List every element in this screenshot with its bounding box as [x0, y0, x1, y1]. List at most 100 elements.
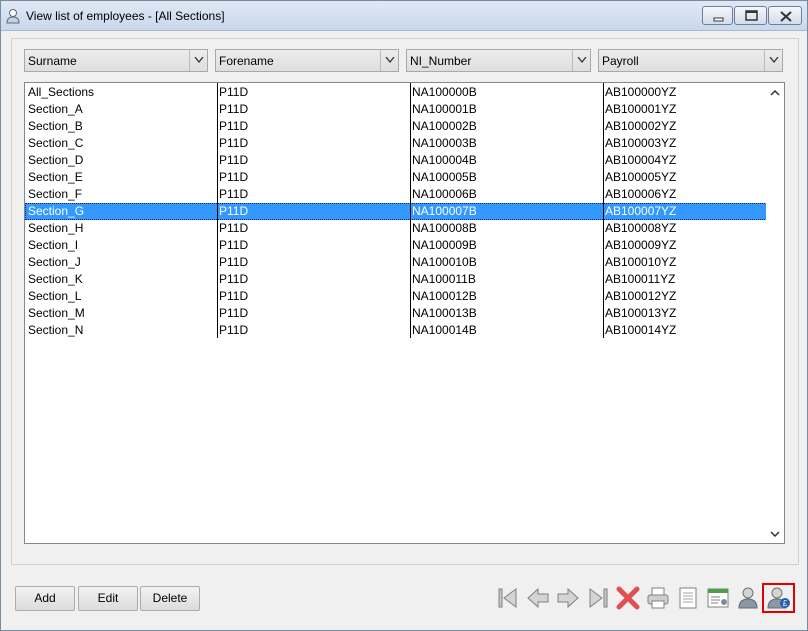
table-cell: NA100004B [412, 153, 477, 167]
chevron-down-icon [385, 57, 395, 63]
payroll-filter-dropdown[interactable] [764, 50, 782, 71]
table-cell: AB100013YZ [605, 306, 677, 320]
table-cell: AB100008YZ [605, 221, 677, 235]
close-button[interactable] [768, 6, 802, 25]
table-cell: AB100005YZ [605, 170, 677, 184]
table-cell: P11D [219, 119, 249, 133]
table-cell: P11D [219, 170, 249, 184]
scroll-up-icon[interactable] [770, 90, 780, 96]
employee-list[interactable]: All_Sections P11D NA100000B AB100000YZ Secti… [24, 82, 785, 544]
table-cell: NA100012B [412, 289, 477, 303]
payroll-filter[interactable]: Payroll [598, 49, 783, 72]
table-cell: NA100013B [412, 306, 477, 320]
forename-filter[interactable]: Forename [215, 49, 399, 72]
maximize-icon [745, 10, 758, 21]
table-cell: Section_C [28, 136, 84, 150]
table-cell: NA100011B [412, 272, 476, 286]
edit-button[interactable]: Edit [78, 586, 138, 611]
employee-pay-button[interactable]: £ [762, 583, 795, 613]
table-row[interactable]: Section_I P11D NA100009B AB100009YZ [25, 237, 767, 254]
table-cell: NA100005B [412, 170, 477, 184]
table-row[interactable]: All_Sections P11D NA100000B AB100000YZ [25, 84, 767, 101]
forename-filter-dropdown[interactable] [380, 50, 398, 71]
svg-text:£: £ [783, 599, 788, 608]
table-cell: Section_I [28, 238, 79, 252]
previous-record-button[interactable] [524, 584, 552, 612]
table-row[interactable]: Section_K P11D NA100011B AB100011YZ [25, 271, 767, 288]
table-row[interactable]: Section_E P11D NA100005B AB100005YZ [25, 169, 767, 186]
table-cell: AB100010YZ [605, 255, 677, 269]
add-button[interactable]: Add [15, 586, 75, 611]
table-row[interactable]: Section_B P11D NA100002B AB100002YZ [25, 118, 767, 135]
minimize-icon [713, 17, 724, 22]
table-cell: Section_A [28, 102, 83, 116]
table-cell: P11D [219, 238, 249, 252]
table-cell: Section_M [28, 306, 85, 320]
table-cell: Section_L [28, 289, 82, 303]
table-cell: NA100010B [412, 255, 477, 269]
table-row[interactable]: Section_L P11D NA100012B AB100012YZ [25, 288, 767, 305]
table-row[interactable]: Section_C P11D NA100003B AB100003YZ [25, 135, 767, 152]
table-row[interactable]: Section_F P11D NA100006B AB100006YZ [25, 186, 767, 203]
table-cell: AB100009YZ [605, 238, 677, 252]
table-cell: P11D [219, 306, 249, 320]
report-button[interactable] [704, 584, 732, 612]
employee-button[interactable] [734, 584, 762, 612]
print-icon [647, 587, 669, 609]
notes-button[interactable] [674, 584, 702, 612]
table-cell: P11D [219, 136, 249, 150]
table-cell: AB100006YZ [605, 187, 677, 201]
table-cell: AB100002YZ [605, 119, 677, 133]
table-cell: P11D [219, 255, 249, 269]
table-cell: NA100007B [412, 204, 477, 218]
report-icon [707, 588, 729, 608]
notes-icon [679, 587, 697, 609]
table-cell: NA100008B [412, 221, 477, 235]
ni-number-filter[interactable]: NI_Number [406, 49, 591, 72]
ni-number-filter-label: NI_Number [410, 54, 472, 68]
table-cell: P11D [219, 204, 249, 218]
surname-filter[interactable]: Surname [24, 49, 208, 72]
title-bar: View list of employees - [All Sections] [1, 1, 807, 31]
main-window: View list of employees - [All Sections] … [0, 0, 808, 631]
table-cell: Section_E [28, 170, 83, 184]
print-button[interactable] [644, 584, 672, 612]
table-row[interactable]: Section_M P11D NA100013B AB100013YZ [25, 305, 767, 322]
table-cell: NA100006B [412, 187, 477, 201]
table-cell: P11D [219, 221, 249, 235]
table-cell: AB100001YZ [605, 102, 677, 116]
surname-filter-dropdown[interactable] [189, 50, 207, 71]
delete-record-button[interactable] [614, 584, 642, 612]
first-record-button[interactable] [494, 584, 522, 612]
table-cell: AB100004YZ [605, 153, 677, 167]
next-record-button[interactable] [554, 584, 582, 612]
table-cell: AB100012YZ [605, 289, 677, 303]
employee-pay-icon: £ [767, 587, 790, 609]
table-row[interactable]: Section_H P11D NA100008B AB100008YZ [25, 220, 767, 237]
ni-number-filter-dropdown[interactable] [572, 50, 590, 71]
minimize-button[interactable] [702, 6, 733, 25]
employee-icon [738, 587, 758, 609]
delete-button[interactable]: Delete [140, 586, 200, 611]
close-icon [780, 11, 792, 22]
vertical-scrollbar[interactable] [766, 83, 784, 543]
table-row[interactable]: Section_A P11D NA100001B AB100001YZ [25, 101, 767, 118]
table-cell: P11D [219, 272, 249, 286]
first-record-icon [498, 588, 517, 608]
chevron-down-icon [769, 57, 779, 63]
table-cell: Section_N [28, 323, 84, 337]
table-cell: AB100014YZ [605, 323, 677, 337]
table-row[interactable]: Section_N P11D NA100014B AB100014YZ [25, 322, 767, 339]
column-divider [410, 83, 411, 338]
maximize-button[interactable] [734, 6, 767, 25]
table-cell: Section_J [28, 255, 81, 269]
last-record-button[interactable] [584, 584, 612, 612]
scroll-down-icon[interactable] [770, 531, 780, 537]
payroll-filter-label: Payroll [602, 54, 639, 68]
table-row[interactable]: Section_D P11D NA100004B AB100004YZ [25, 152, 767, 169]
table-cell: NA100001B [412, 102, 477, 116]
table-row[interactable]: Section_J P11D NA100010B AB100010YZ [25, 254, 767, 271]
table-row[interactable]: Section_G P11D NA100007B AB100007YZ [25, 203, 767, 220]
table-cell: All_Sections [28, 85, 95, 99]
table-cell: Section_B [28, 119, 83, 133]
